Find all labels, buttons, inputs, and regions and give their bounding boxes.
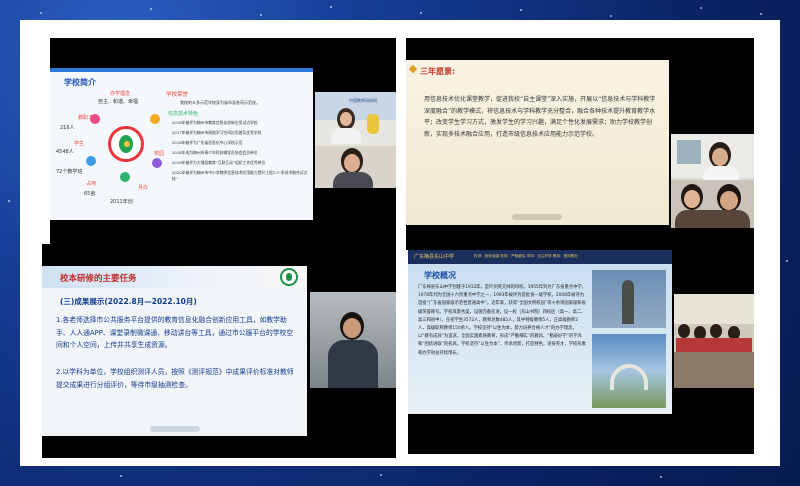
students-count: 4548人 — [56, 149, 74, 155]
teacher-camera-2 — [671, 134, 754, 228]
philosophy-value: 自主、和谐、幸福 — [98, 99, 139, 105]
vision-body: 用信息技术优化课堂教学，促进我校“自主课堂”深入实施，开展以“信息技术与学科教学… — [424, 96, 656, 138]
task-body-2: 2.以学科为单位，学校组织测评人员，按照《测评规范》中成果评价标准对教师提交成果… — [56, 368, 294, 389]
campus-gate-photo — [592, 334, 666, 408]
area-label: 占地 — [86, 181, 97, 187]
school-emblem-icon — [108, 126, 144, 162]
slide-subtitle: (三)成果展示(2022.8月—2022.10月) — [60, 297, 197, 306]
feature-4: 2018年成为梅州市青少年科技辅导员协会会员单位 — [172, 150, 258, 155]
campus-label: 校园 — [154, 151, 165, 157]
teacher-camera-3 — [310, 292, 396, 388]
philosophy-label: 办学理念 — [110, 91, 131, 97]
slide-title: 三年愿景: — [420, 67, 456, 76]
feature-1: 2016年被评为梅州市教育信息化创新应用试点学校 — [172, 120, 258, 125]
slide-title: 学校简介 — [64, 78, 96, 87]
video-tile-3[interactable]: 校本研修的主要任务 (三)成果展示(2022.8月—2022.10月) 1.各老… — [42, 244, 396, 458]
slide-title: 学校概况 — [424, 271, 456, 280]
teacher-camera-1: 中国教师研修网 — [315, 92, 396, 188]
feature-6: 2020年被评为梅州市中小学教师信息技术应用能力提升工程2.0“多技术融合试点校… — [172, 170, 308, 181]
founded-label: 2011年创 — [110, 199, 133, 205]
area-value: 65亩 — [84, 191, 96, 197]
glory-intro: 我校的众多示范学校身为省市县各项示范校。 — [180, 100, 260, 105]
feature-2: 2017年被评为梅州市网络学习空间应用普及优秀学校 — [172, 130, 262, 135]
slide-school-intro: 学校简介 办学理念 自主、和谐、幸福 教职工 216人 学生 4548人 72个… — [50, 68, 313, 220]
feature-3: 2018年被评为广东省信息化中心学校示范 — [172, 140, 243, 145]
video-tile-1[interactable]: 学校简介 办学理念 自主、和谐、幸福 教职工 216人 学生 4548人 72个… — [50, 38, 396, 250]
students-label: 学生 — [74, 141, 85, 147]
feature-label: 信息技术特色 — [168, 111, 199, 117]
teachers-count: 216人 — [60, 125, 75, 131]
slide-controls[interactable] — [150, 426, 200, 432]
slide-vision: 三年愿景: 用信息技术优化课堂教学，促进我校“自主课堂”深入实施，开展以“信息技… — [406, 60, 669, 225]
screen-label: 中国教师研修网 — [349, 98, 377, 103]
header-motto: 校训：勤俭诚谨 校风：严勤细实 学风：自主好学 教风：爱岗敬业 — [474, 254, 579, 258]
teachers-label: 教职工 — [78, 115, 94, 121]
header-school-name: 广东梅县东山中学 — [414, 254, 455, 260]
slide-research-tasks: 校本研修的主要任务 (三)成果展示(2022.8月—2022.10月) 1.各老… — [42, 266, 307, 436]
statue-photo — [592, 270, 666, 328]
glory-label: 学校荣誉 — [166, 92, 189, 98]
overview-body: 广东梅县东山中学创建于1913年，是叶剑英元帅的母校。1955年列为广东省重点中… — [418, 285, 586, 356]
classes-label: 72个教学班 — [56, 169, 83, 175]
feature-5: 2019年被评为大埔县教育“互联互动”组织工作优秀单位 — [172, 160, 266, 165]
video-tile-2[interactable]: 三年愿景: 用信息技术优化课堂教学，促进我校“自主课堂”深入实施，开展以“信息技… — [406, 38, 754, 250]
slide-controls[interactable] — [512, 214, 562, 220]
video-tile-4[interactable]: 广东梅县东山中学 校训：勤俭诚谨 校风：严勤细实 学风：自主好学 教风：爱岗敬业… — [408, 242, 754, 454]
slide-school-overview: 广东梅县东山中学 校训：勤俭诚谨 校风：严勤细实 学风：自主好学 教风：爱岗敬业… — [408, 250, 672, 414]
school-logo-icon — [280, 268, 298, 286]
collage-frame: 学校简介 办学理念 自主、和谐、幸福 教职工 216人 学生 4548人 72个… — [20, 20, 780, 466]
month-label: 月办 — [138, 185, 149, 191]
task-body-1: 1.各老师选择市公共服务平台提供的教育信息化融合创新应用工具，如教学助手、人人通… — [56, 316, 294, 349]
classroom-camera-4 — [674, 294, 754, 388]
slide-title: 校本研修的主要任务 — [60, 274, 137, 284]
